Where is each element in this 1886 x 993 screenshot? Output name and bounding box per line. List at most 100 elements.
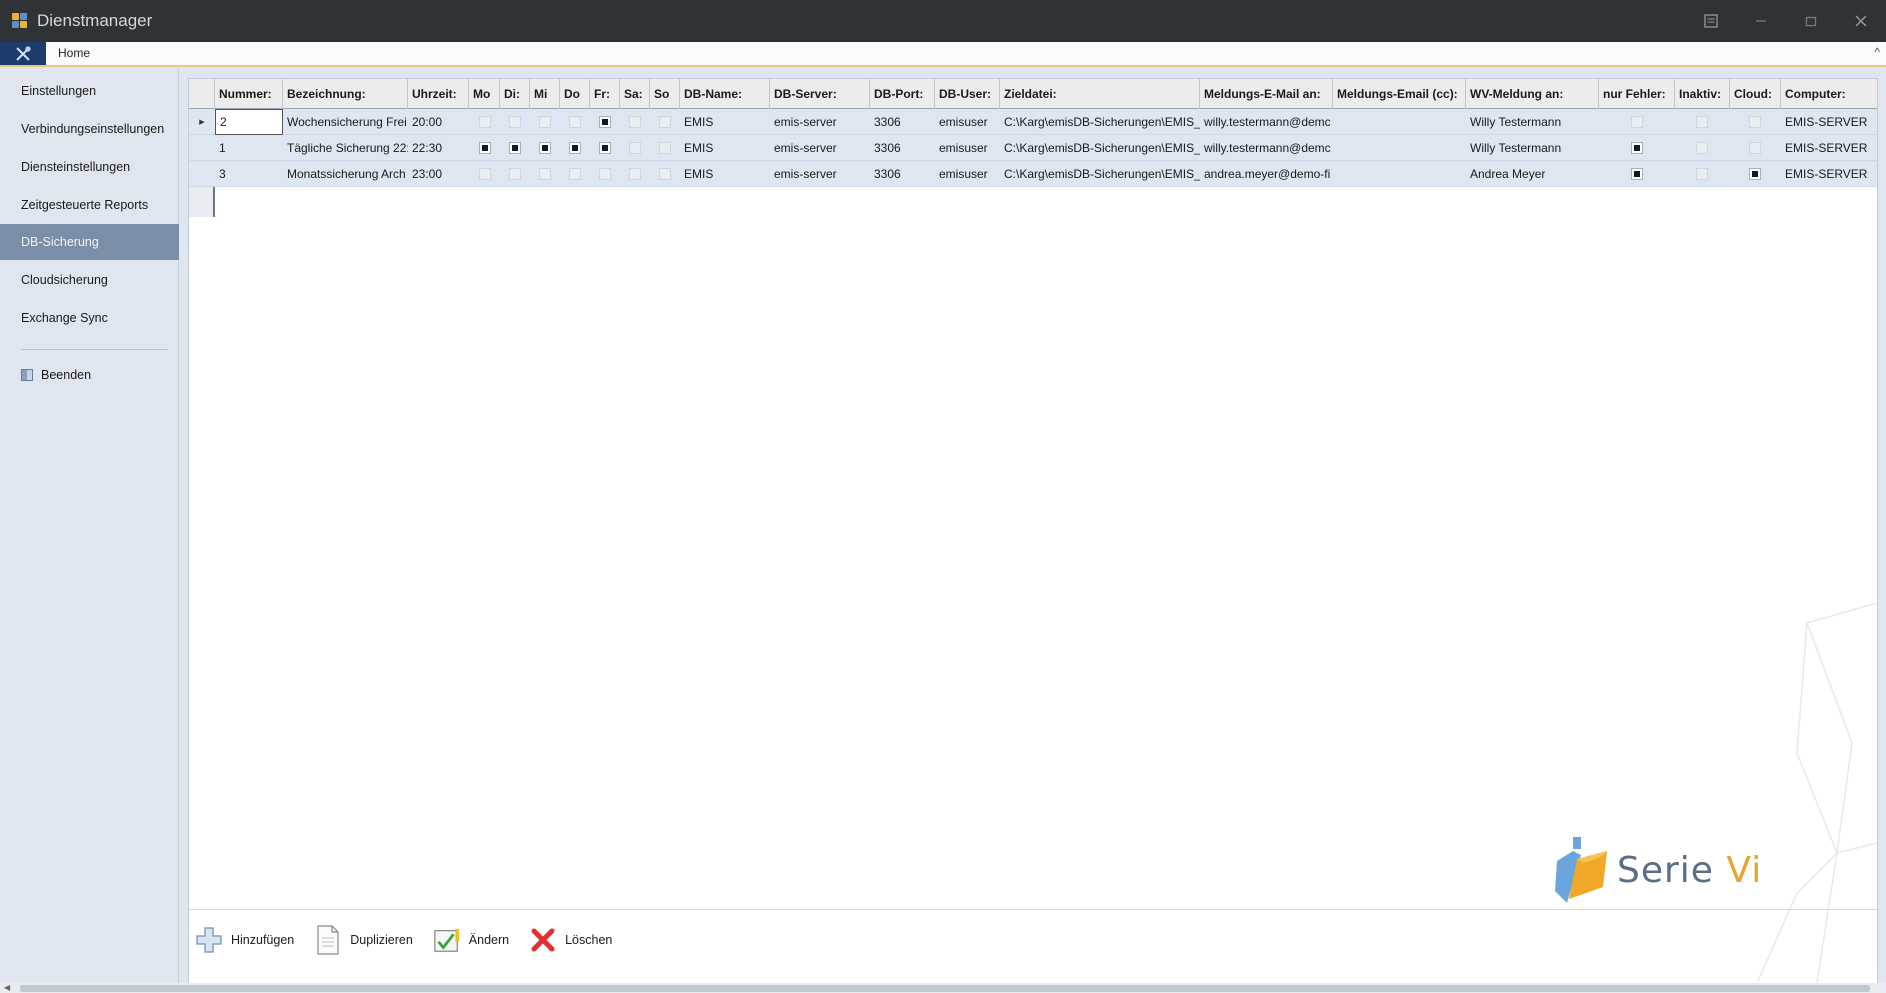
checkbox-inaktiv[interactable] — [1696, 116, 1708, 128]
checkbox-cloud[interactable] — [1749, 168, 1761, 180]
cell-db-name[interactable]: EMIS — [680, 135, 770, 161]
minimize-button[interactable] — [1736, 0, 1786, 42]
cell-email-cc[interactable] — [1333, 161, 1466, 187]
checkbox-sa[interactable] — [629, 168, 641, 180]
cell-zieldatei[interactable]: C:\Karg\emisDB-Sicherungen\EMIS_r — [1000, 161, 1200, 187]
column-header[interactable]: Computer: — [1781, 79, 1877, 109]
checkbox-so[interactable] — [659, 142, 671, 154]
cell-wv-meldung[interactable]: Willy Testermann — [1466, 109, 1599, 135]
table-row[interactable]: 1 Tägliche Sicherung 22: 22:30 EMIS emis… — [189, 135, 1877, 161]
column-header[interactable]: DB-Name: — [680, 79, 770, 109]
cell-computer[interactable]: EMIS-SERVER — [1781, 109, 1877, 135]
cell-email[interactable]: willy.testermann@demc — [1200, 109, 1333, 135]
duplicate-button[interactable]: Duplizieren — [314, 925, 413, 955]
tab-home[interactable]: Home — [58, 46, 90, 60]
cell-email[interactable]: willy.testermann@demc — [1200, 135, 1333, 161]
column-header[interactable]: Mo — [469, 79, 500, 109]
cell-db-server[interactable]: emis-server — [770, 135, 870, 161]
checkbox-inaktiv[interactable] — [1696, 168, 1708, 180]
column-header[interactable]: Meldungs-E-Mail an: — [1200, 79, 1333, 109]
checkbox-nur-fehler[interactable] — [1631, 142, 1643, 154]
cell-db-server[interactable]: emis-server — [770, 161, 870, 187]
checkbox-so[interactable] — [659, 168, 671, 180]
column-header[interactable]: DB-Server: — [770, 79, 870, 109]
cell-nummer[interactable]: 1 — [215, 135, 283, 161]
checkbox-sa[interactable] — [629, 142, 641, 154]
checkbox-so[interactable] — [659, 116, 671, 128]
column-header[interactable]: Sa: — [620, 79, 650, 109]
checkbox-sa[interactable] — [629, 116, 641, 128]
checkbox-mi[interactable] — [539, 168, 551, 180]
checkbox-fr[interactable] — [599, 168, 611, 180]
checkbox-mo[interactable] — [479, 142, 491, 154]
cell-wv-meldung[interactable]: Andrea Meyer — [1466, 161, 1599, 187]
checkbox-mi[interactable] — [539, 116, 551, 128]
checkbox-di[interactable] — [509, 142, 521, 154]
cell-zieldatei[interactable]: C:\Karg\emisDB-Sicherungen\EMIS_\ — [1000, 109, 1200, 135]
column-header[interactable]: Nummer: — [215, 79, 283, 109]
checkbox-fr[interactable] — [599, 116, 611, 128]
cell-nummer[interactable]: 2 — [215, 109, 283, 135]
add-button[interactable]: Hinzufügen — [195, 925, 294, 955]
cell-email-cc[interactable] — [1333, 135, 1466, 161]
sidebar-item-einstellungen[interactable]: Einstellungen — [0, 73, 179, 109]
edit-button[interactable]: Ändern — [433, 925, 509, 955]
sidebar-item-exchange-sync[interactable]: Exchange Sync — [0, 300, 179, 336]
column-header[interactable]: Zieldatei: — [1000, 79, 1200, 109]
horizontal-scrollbar[interactable]: ◀ — [0, 983, 1886, 993]
checkbox-di[interactable] — [509, 168, 521, 180]
delete-button[interactable]: Löschen — [529, 925, 612, 955]
checkbox-inaktiv[interactable] — [1696, 142, 1708, 154]
cell-email[interactable]: andrea.meyer@demo-fi — [1200, 161, 1333, 187]
cell-db-port[interactable]: 3306 — [870, 109, 935, 135]
cell-zieldatei[interactable]: C:\Karg\emisDB-Sicherungen\EMIS_t — [1000, 135, 1200, 161]
table-row[interactable]: ▶ 2 Wochensicherung Frei 20:00 EMIS emis… — [189, 109, 1877, 135]
cell-email-cc[interactable] — [1333, 109, 1466, 135]
checkbox-cloud[interactable] — [1749, 142, 1761, 154]
checkbox-do[interactable] — [569, 142, 581, 154]
file-menu-button[interactable] — [0, 42, 46, 65]
checkbox-cloud[interactable] — [1749, 116, 1761, 128]
scrollbar-thumb[interactable] — [20, 985, 1870, 992]
cell-db-port[interactable]: 3306 — [870, 161, 935, 187]
checkbox-do[interactable] — [569, 168, 581, 180]
column-header[interactable]: DB-Port: — [870, 79, 935, 109]
column-header[interactable]: Meldungs-Email (cc): — [1333, 79, 1466, 109]
column-header[interactable]: Bezeichnung: — [283, 79, 408, 109]
cell-nummer[interactable]: 3 — [215, 161, 283, 187]
cell-computer[interactable]: EMIS-SERVER — [1781, 161, 1877, 187]
column-header[interactable]: Do — [560, 79, 590, 109]
checkbox-di[interactable] — [509, 116, 521, 128]
sidebar-item-zeitgesteuerte-reports[interactable]: Zeitgesteuerte Reports — [0, 187, 179, 223]
checkbox-mo[interactable] — [479, 168, 491, 180]
checkbox-fr[interactable] — [599, 142, 611, 154]
cell-bezeichnung[interactable]: Wochensicherung Frei — [283, 109, 408, 135]
cell-bezeichnung[interactable]: Tägliche Sicherung 22: — [283, 135, 408, 161]
column-header[interactable]: Uhrzeit: — [408, 79, 469, 109]
sidebar-item-db-sicherung[interactable]: DB-Sicherung — [0, 224, 179, 260]
notes-icon[interactable] — [1686, 0, 1736, 42]
sidebar-item-diensteinstellungen[interactable]: Diensteinstellungen — [0, 149, 179, 185]
checkbox-nur-fehler[interactable] — [1631, 116, 1643, 128]
scroll-left-icon[interactable]: ◀ — [4, 983, 10, 992]
column-header[interactable]: Mi — [530, 79, 560, 109]
sidebar-item-cloudsicherung[interactable]: Cloudsicherung — [0, 262, 179, 298]
cell-db-user[interactable]: emisuser — [935, 109, 1000, 135]
cell-db-port[interactable]: 3306 — [870, 135, 935, 161]
column-header[interactable]: Cloud: — [1730, 79, 1781, 109]
close-button[interactable] — [1836, 0, 1886, 42]
checkbox-mo[interactable] — [479, 116, 491, 128]
cell-bezeichnung[interactable]: Monatssicherung Arch — [283, 161, 408, 187]
cell-wv-meldung[interactable]: Willy Testermann — [1466, 135, 1599, 161]
checkbox-mi[interactable] — [539, 142, 551, 154]
cell-uhrzeit[interactable]: 23:00 — [408, 161, 469, 187]
cell-db-user[interactable]: emisuser — [935, 135, 1000, 161]
table-row[interactable]: 3 Monatssicherung Arch 23:00 EMIS emis-s… — [189, 161, 1877, 187]
cell-uhrzeit[interactable]: 22:30 — [408, 135, 469, 161]
cell-db-user[interactable]: emisuser — [935, 161, 1000, 187]
sidebar-item-verbindungseinstellungen[interactable]: Verbindungseinstellungen — [0, 111, 179, 147]
column-header[interactable]: So — [650, 79, 680, 109]
cell-db-name[interactable]: EMIS — [680, 109, 770, 135]
exit-button[interactable]: Beenden — [21, 365, 91, 385]
cell-computer[interactable]: EMIS-SERVER — [1781, 135, 1877, 161]
